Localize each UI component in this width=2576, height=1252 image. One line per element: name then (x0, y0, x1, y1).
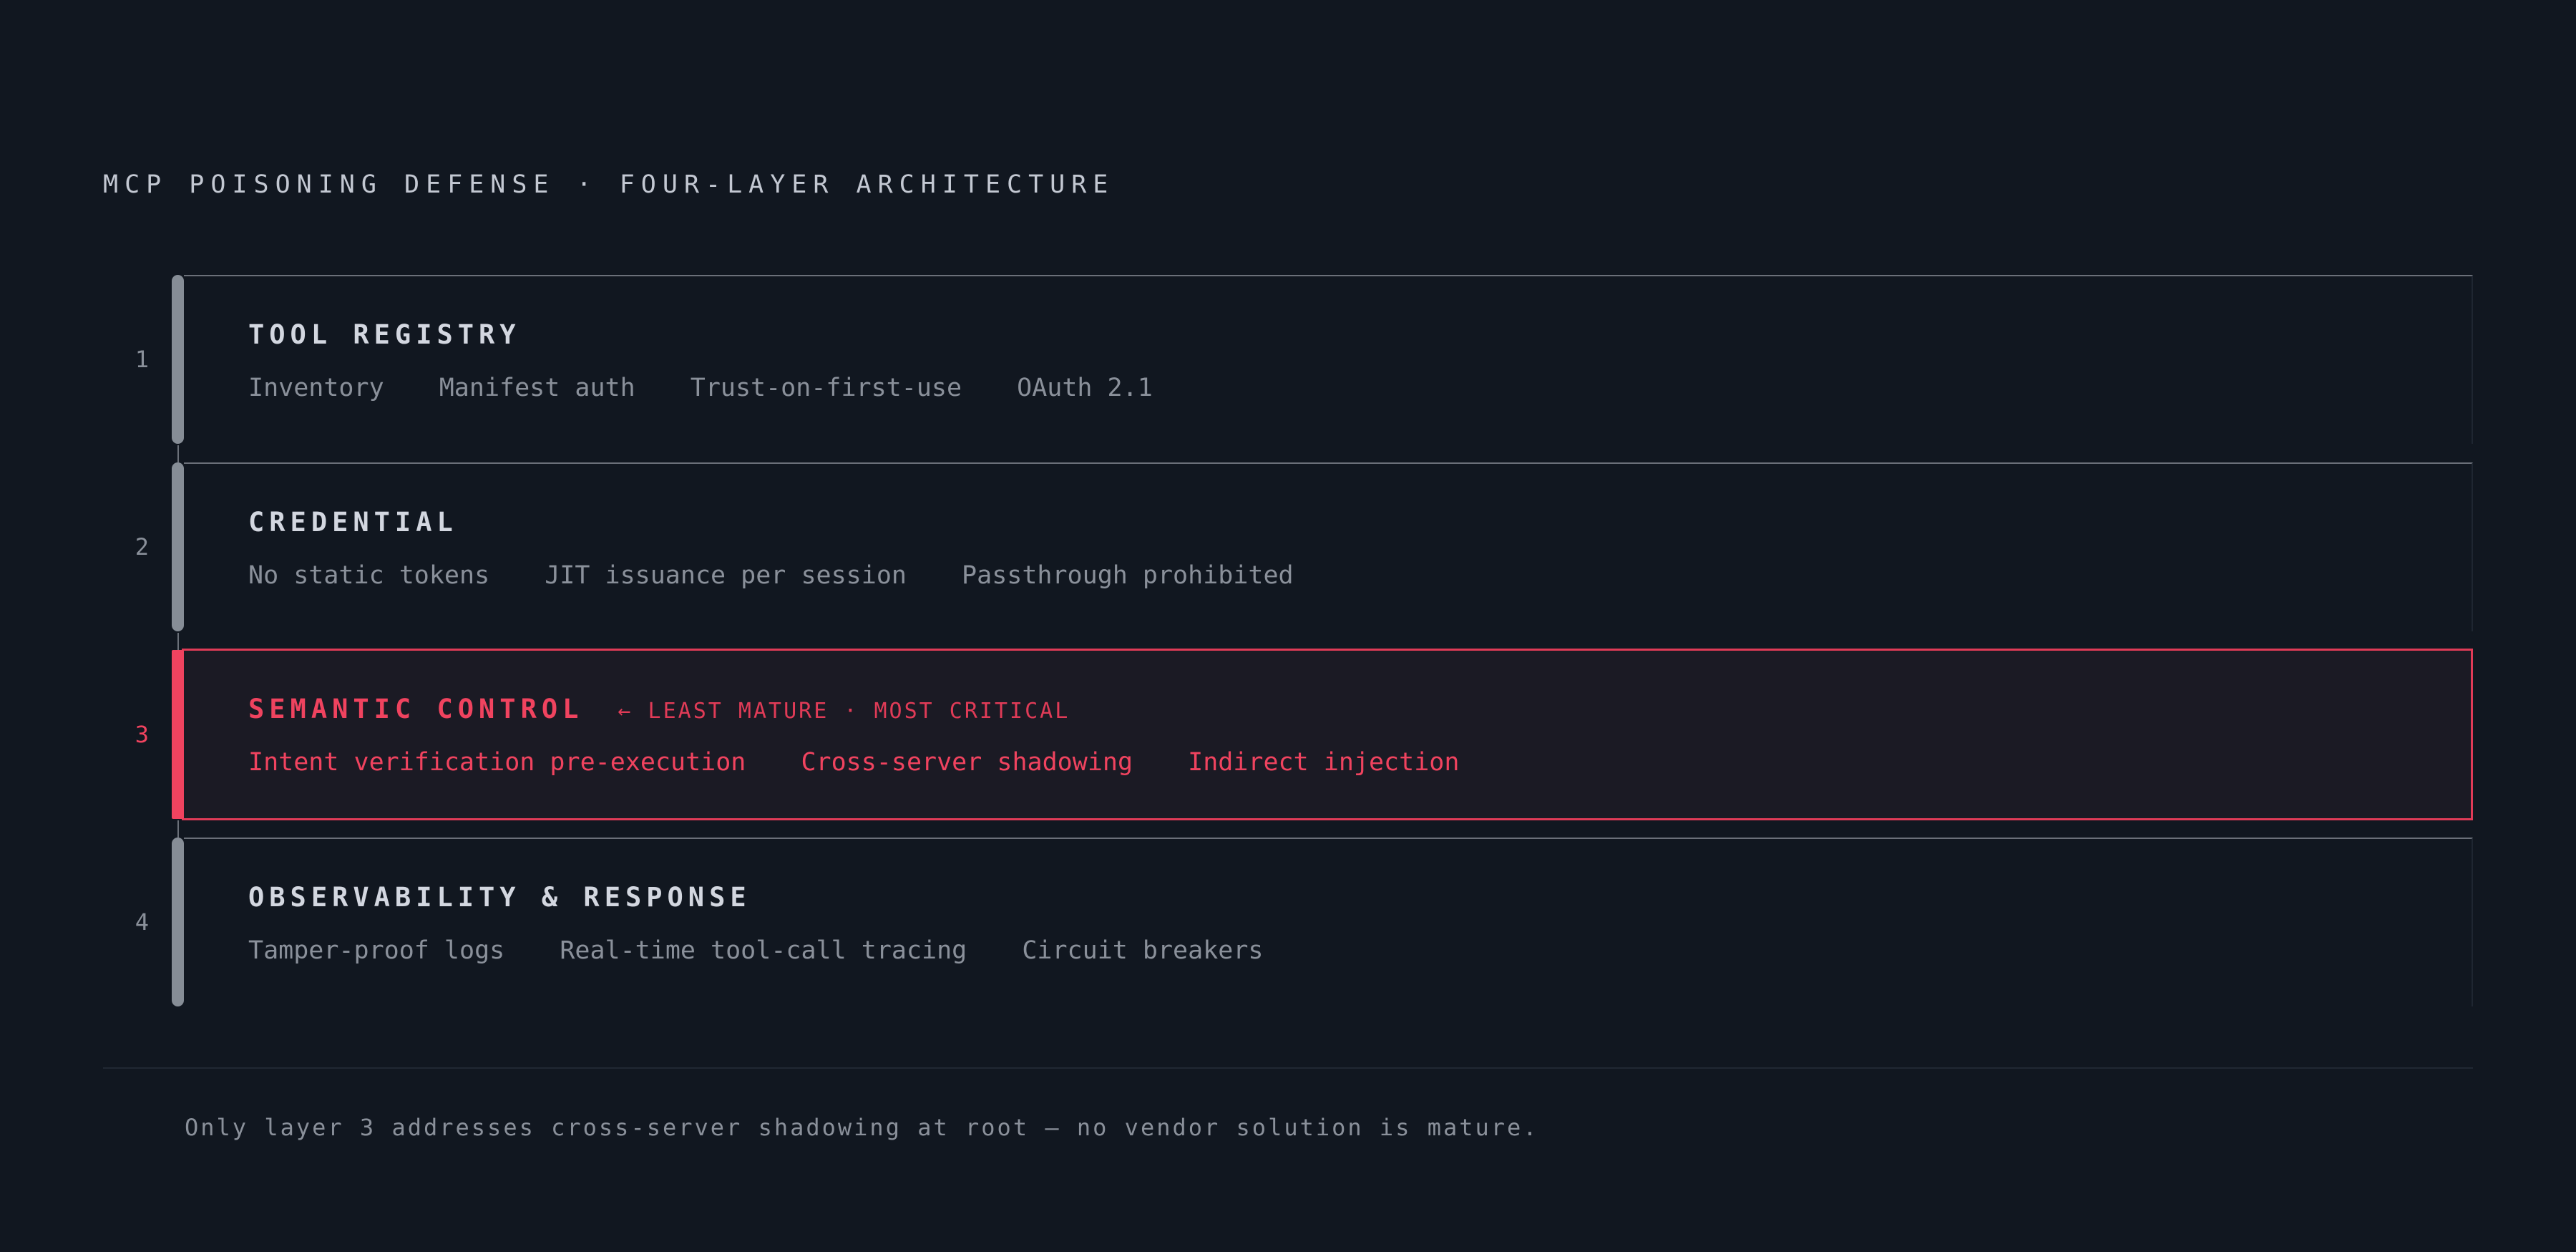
layer-number: 1 (135, 346, 149, 373)
layer-box: CREDENTIAL No static tokens JIT issuance… (184, 462, 2473, 631)
layer-tool-registry: 1 TOOL REGISTRY Inventory Manifest auth … (135, 275, 2473, 444)
layer-name: CREDENTIAL (248, 507, 458, 538)
layer-items: Intent verification pre-execution Cross-… (248, 748, 1499, 777)
layer-item: Manifest auth (439, 374, 635, 402)
layer-number: 3 (135, 721, 149, 748)
layer-connector (177, 633, 179, 650)
layer-item: Intent verification pre-execution (248, 748, 746, 777)
layer-item: Real-time tool-call tracing (560, 936, 967, 965)
layer-observability-response: 4 OBSERVABILITY & RESPONSE Tamper-proof … (135, 838, 2473, 1006)
layer-connector (177, 820, 179, 838)
layer-name: TOOL REGISTRY (248, 319, 521, 350)
layer-item: Trust-on-first-use (690, 374, 962, 402)
layer-heading: OBSERVABILITY & RESPONSE (248, 882, 751, 913)
layer-item: Inventory (248, 374, 384, 402)
layer-stack: 1 TOOL REGISTRY Inventory Manifest auth … (0, 0, 2576, 1252)
layer-semantic-control: 3 SEMANTIC CONTROL ← LEAST MATURE · MOST … (135, 649, 2473, 820)
layer-items: Inventory Manifest auth Trust-on-first-u… (248, 374, 1193, 402)
layer-name: OBSERVABILITY & RESPONSE (248, 882, 751, 913)
layer-item: Passthrough prohibited (962, 561, 1294, 590)
layer-bar (172, 838, 184, 1006)
layer-box: OBSERVABILITY & RESPONSE Tamper-proof lo… (184, 838, 2473, 1006)
layer-item: OAuth 2.1 (1017, 374, 1153, 402)
layer-heading: TOOL REGISTRY (248, 319, 521, 350)
layer-connector (177, 445, 179, 462)
layer-item: No static tokens (248, 561, 490, 590)
layer-item: Cross-server shadowing (801, 748, 1133, 777)
layer-heading: CREDENTIAL (248, 507, 458, 538)
layer-number: 4 (135, 908, 149, 936)
layer-heading: SEMANTIC CONTROL ← LEAST MATURE · MOST CR… (248, 694, 1070, 724)
layer-bar (172, 275, 184, 444)
layer-box: SEMANTIC CONTROL ← LEAST MATURE · MOST CR… (182, 649, 2473, 820)
layer-item: JIT issuance per session (545, 561, 907, 590)
layer-box: TOOL REGISTRY Inventory Manifest auth Tr… (184, 275, 2473, 444)
maturity-tag: ← LEAST MATURE · MOST CRITICAL (618, 699, 1070, 724)
layer-bar (172, 650, 184, 819)
layer-item: Indirect injection (1188, 748, 1460, 777)
footer-divider (103, 1067, 2473, 1069)
layer-items: Tamper-proof logs Real-time tool-call tr… (248, 936, 1304, 965)
layer-number: 2 (135, 533, 149, 561)
footnote: Only layer 3 addresses cross-server shad… (185, 1114, 1539, 1141)
layer-credential: 2 CREDENTIAL No static tokens JIT issuan… (135, 462, 2473, 631)
layer-bar (172, 462, 184, 631)
layer-item: Circuit breakers (1022, 936, 1264, 965)
layer-items: No static tokens JIT issuance per sessio… (248, 561, 1334, 590)
layer-item: Tamper-proof logs (248, 936, 505, 965)
layer-name: SEMANTIC CONTROL (248, 694, 584, 724)
